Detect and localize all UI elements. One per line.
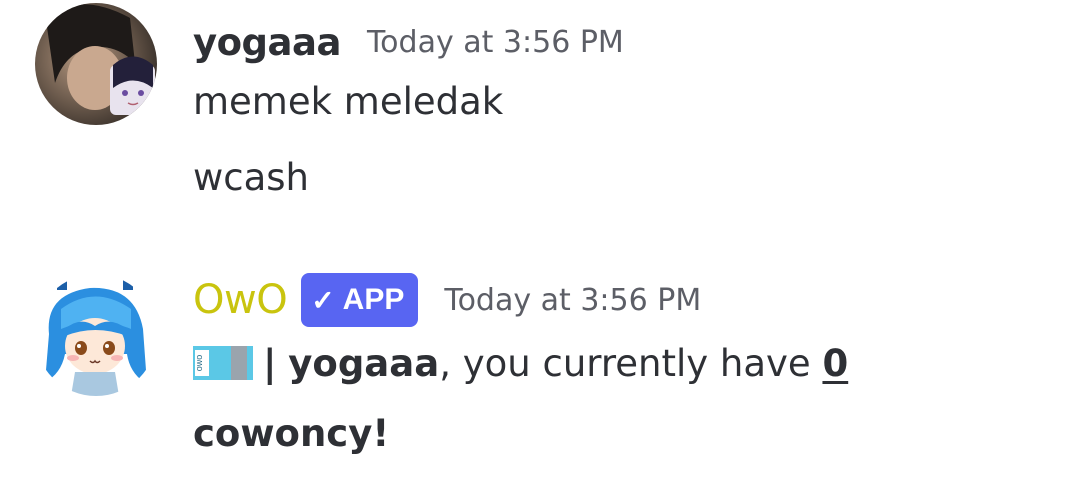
message-header: yogaaa Today at 3:56 PM [193, 18, 624, 66]
svg-text:owo: owo [194, 355, 204, 372]
app-badge: ✓ APP [301, 273, 419, 327]
currency-label: cowoncy! [193, 412, 390, 455]
message-owo: OwO ✓ APP Today at 3:56 PM owo | yogaaa,… [0, 262, 1080, 492]
username[interactable]: OwO [193, 277, 288, 323]
reply-text: , you currently have [439, 342, 823, 385]
owo-cash-icon: owo [193, 346, 255, 382]
message-text: memek meledak [193, 80, 504, 123]
message-text: wcash [193, 156, 310, 199]
username[interactable]: yogaaa [193, 21, 341, 64]
timestamp[interactable]: Today at 3:56 PM [367, 25, 624, 60]
separator: | [263, 342, 277, 385]
mention-username[interactable]: yogaaa [288, 342, 439, 385]
verified-check-icon: ✓ [311, 284, 335, 316]
message-header: OwO ✓ APP Today at 3:56 PM [193, 272, 701, 328]
user-avatar[interactable] [35, 3, 157, 125]
app-badge-label: APP [342, 283, 405, 316]
timestamp[interactable]: Today at 3:56 PM [444, 283, 701, 318]
bot-avatar[interactable] [35, 274, 157, 396]
cowoncy-amount: 0 [822, 342, 849, 385]
message-yogaaa: yogaaa Today at 3:56 PM memek meledak wc… [0, 0, 1080, 230]
bot-reply-line: owo | yogaaa, you currently have 0 [193, 342, 848, 385]
